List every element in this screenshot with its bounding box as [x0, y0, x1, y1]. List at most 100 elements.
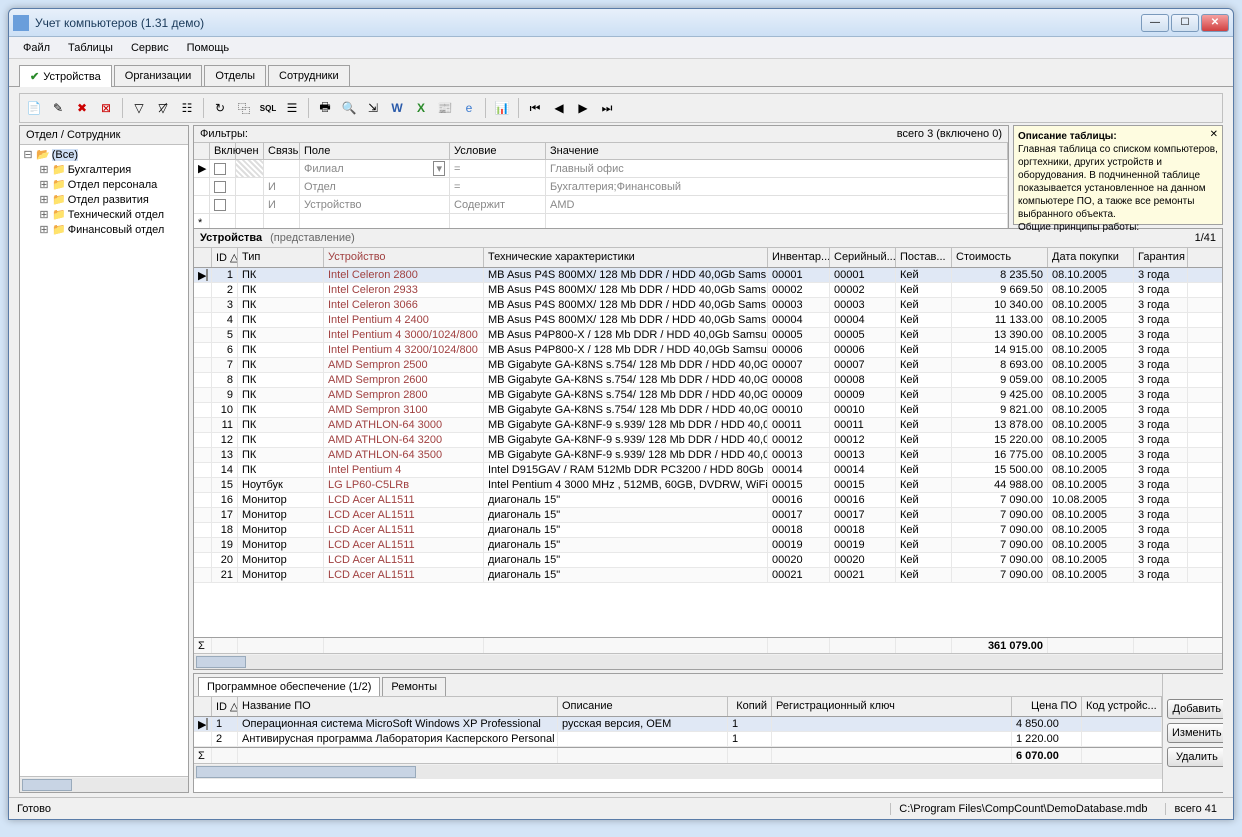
delete2-icon[interactable]: ⊠ [96, 98, 116, 118]
last-icon[interactable]: ⏭ [597, 98, 617, 118]
table-row[interactable]: 2ПКIntel Celeron 2933MB Asus P4S 800MX/ … [194, 283, 1222, 298]
tree-item[interactable]: ⊞📁Технический отдел [38, 207, 186, 222]
delete-button[interactable]: Удалить [1167, 747, 1223, 767]
tree-item[interactable]: ⊞📁Отдел персонала [38, 177, 186, 192]
table-row[interactable]: 8ПКAMD Sempron 2600MB Gigabyte GA-K8NS s… [194, 373, 1222, 388]
column-header[interactable]: Копий [728, 697, 772, 716]
filter-clear-icon[interactable]: ▽̸ [153, 98, 173, 118]
column-header[interactable]: Код устройс... [1082, 697, 1162, 716]
column-header[interactable]: ID △ [212, 248, 238, 267]
copy-icon[interactable]: ⿻ [234, 98, 254, 118]
ie-icon[interactable]: e [459, 98, 479, 118]
table-row[interactable]: 13ПКAMD ATHLON-64 3500MB Gigabyte GA-K8N… [194, 448, 1222, 463]
folder-icon: 📁 [52, 208, 66, 221]
table-row[interactable]: 5ПКIntel Pentium 4 3000/1024/800MB Asus … [194, 328, 1222, 343]
tab-software[interactable]: Программное обеспечение (1/2) [198, 677, 380, 696]
grid-rows[interactable]: ▶ 1ПКIntel Celeron 2800MB Asus P4S 800MX… [194, 268, 1222, 637]
grid-scroll[interactable] [194, 653, 1222, 669]
tab-repairs[interactable]: Ремонты [382, 677, 446, 696]
html-icon[interactable]: 📰 [435, 98, 455, 118]
edit-icon[interactable]: ✎ [48, 98, 68, 118]
new-icon[interactable]: 📄 [24, 98, 44, 118]
filter-row[interactable]: ▶ Филиал▾ = Главный офис [194, 160, 1008, 178]
tree-root[interactable]: ⊟📂(Все) [22, 147, 186, 162]
excel-icon[interactable]: X [411, 98, 431, 118]
column-header[interactable]: Название ПО [238, 697, 558, 716]
table-row[interactable]: 2Антивирусная программа Лаборатория Касп… [194, 732, 1162, 747]
folder-icon: 📁 [52, 163, 66, 176]
column-header[interactable]: Постав... [896, 248, 952, 267]
tree-item[interactable]: ⊞📁Финансовый отдел [38, 222, 186, 237]
edit-button[interactable]: Изменить [1167, 723, 1223, 743]
table-row[interactable]: 18МониторLCD Acer AL1511диагональ 15"000… [194, 523, 1222, 538]
prev-icon[interactable]: ◀ [549, 98, 569, 118]
table-row[interactable]: 3ПКIntel Celeron 3066MB Asus P4S 800MX/ … [194, 298, 1222, 313]
filter-icon[interactable]: ▽ [129, 98, 149, 118]
department-tree[interactable]: ⊟📂(Все) ⊞📁Бухгалтерия ⊞📁Отдел персонала … [20, 145, 188, 776]
filter-row[interactable]: И Отдел = Бухгалтерия;Финансовый [194, 178, 1008, 196]
column-header[interactable]: Цена ПО [1012, 697, 1082, 716]
filter-list-icon[interactable]: ☷ [177, 98, 197, 118]
table-row[interactable]: 14ПКIntel Pentium 4Intel D915GAV / RAM 5… [194, 463, 1222, 478]
column-header[interactable]: Гарантия [1134, 248, 1188, 267]
close-button[interactable]: ✕ [1201, 14, 1229, 32]
table-row[interactable]: ▶ 1Операционная система MicroSoft Window… [194, 717, 1162, 732]
table-row[interactable]: 7ПКAMD Sempron 2500MB Gigabyte GA-K8NS s… [194, 358, 1222, 373]
maximize-button[interactable]: ☐ [1171, 14, 1199, 32]
column-header[interactable]: Устройство [324, 248, 484, 267]
tab-orgs[interactable]: Организации [114, 65, 203, 86]
tree-scroll[interactable] [20, 776, 188, 792]
tab-employees[interactable]: Сотрудники [268, 65, 350, 86]
table-row[interactable]: 21МониторLCD Acer AL1511диагональ 15"000… [194, 568, 1222, 583]
column-header[interactable]: Инвентар... [768, 248, 830, 267]
table-row[interactable]: 19МониторLCD Acer AL1511диагональ 15"000… [194, 538, 1222, 553]
column-header[interactable]: Серийный... [830, 248, 896, 267]
column-header[interactable]: Дата покупки [1048, 248, 1134, 267]
column-header[interactable] [194, 697, 212, 716]
menu-service[interactable]: Сервис [123, 40, 177, 56]
export-icon[interactable]: ⇲ [363, 98, 383, 118]
table-row[interactable]: ▶ 1ПКIntel Celeron 2800MB Asus P4S 800MX… [194, 268, 1222, 283]
column-header[interactable]: Стоимость [952, 248, 1048, 267]
tab-devices[interactable]: ✔Устройства [19, 65, 112, 87]
table-row[interactable]: 17МониторLCD Acer AL1511диагональ 15"000… [194, 508, 1222, 523]
titlebar[interactable]: Учет компьютеров (1.31 демо) — ☐ ✕ [9, 9, 1233, 37]
column-header[interactable]: Регистрационный ключ [772, 697, 1012, 716]
close-desc-icon[interactable]: ✕ [1210, 128, 1218, 141]
column-header[interactable]: Описание [558, 697, 728, 716]
column-header[interactable] [194, 248, 212, 267]
tree-item[interactable]: ⊞📁Бухгалтерия [38, 162, 186, 177]
soft-scroll[interactable] [194, 763, 1162, 779]
first-icon[interactable]: ⏮ [525, 98, 545, 118]
refresh-icon[interactable]: ↻ [210, 98, 230, 118]
table-row[interactable]: 9ПКAMD Sempron 2800MB Gigabyte GA-K8NS s… [194, 388, 1222, 403]
next-icon[interactable]: ▶ [573, 98, 593, 118]
preview-icon[interactable]: 🔍 [339, 98, 359, 118]
table-row[interactable]: 10ПКAMD Sempron 3100MB Gigabyte GA-K8NS … [194, 403, 1222, 418]
filter-row[interactable]: И Устройство Содержит AMD [194, 196, 1008, 214]
column-header[interactable]: Тип [238, 248, 324, 267]
word-icon[interactable]: W [387, 98, 407, 118]
table-row[interactable]: 4ПКIntel Pentium 4 2400MB Asus P4S 800MX… [194, 313, 1222, 328]
menu-file[interactable]: Файл [15, 40, 58, 56]
table-row[interactable]: 11ПКAMD ATHLON-64 3000MB Gigabyte GA-K8N… [194, 418, 1222, 433]
sql-icon[interactable]: SQL [258, 98, 278, 118]
add-button[interactable]: Добавить [1167, 699, 1223, 719]
menu-help[interactable]: Помощь [179, 40, 238, 56]
software-rows[interactable]: ▶ 1Операционная система MicroSoft Window… [194, 717, 1162, 747]
column-header[interactable]: ID △ [212, 697, 238, 716]
print-icon[interactable]: 🖶 [315, 98, 335, 118]
minimize-button[interactable]: — [1141, 14, 1169, 32]
tree-item[interactable]: ⊞📁Отдел развития [38, 192, 186, 207]
table-row[interactable]: 16МониторLCD Acer AL1511диагональ 15"000… [194, 493, 1222, 508]
table-row[interactable]: 12ПКAMD ATHLON-64 3200MB Gigabyte GA-K8N… [194, 433, 1222, 448]
table-row[interactable]: 20МониторLCD Acer AL1511диагональ 15"000… [194, 553, 1222, 568]
menu-tables[interactable]: Таблицы [60, 40, 121, 56]
table-row[interactable]: 6ПКIntel Pentium 4 3200/1024/800MB Asus … [194, 343, 1222, 358]
chart-icon[interactable]: 📊 [492, 98, 512, 118]
tree-icon[interactable]: ☰ [282, 98, 302, 118]
tab-departments[interactable]: Отделы [204, 65, 266, 86]
table-row[interactable]: 15НоутбукLG LP60-C5LRвIntel Pentium 4 30… [194, 478, 1222, 493]
column-header[interactable]: Технические характеристики [484, 248, 768, 267]
delete-icon[interactable]: ✖ [72, 98, 92, 118]
